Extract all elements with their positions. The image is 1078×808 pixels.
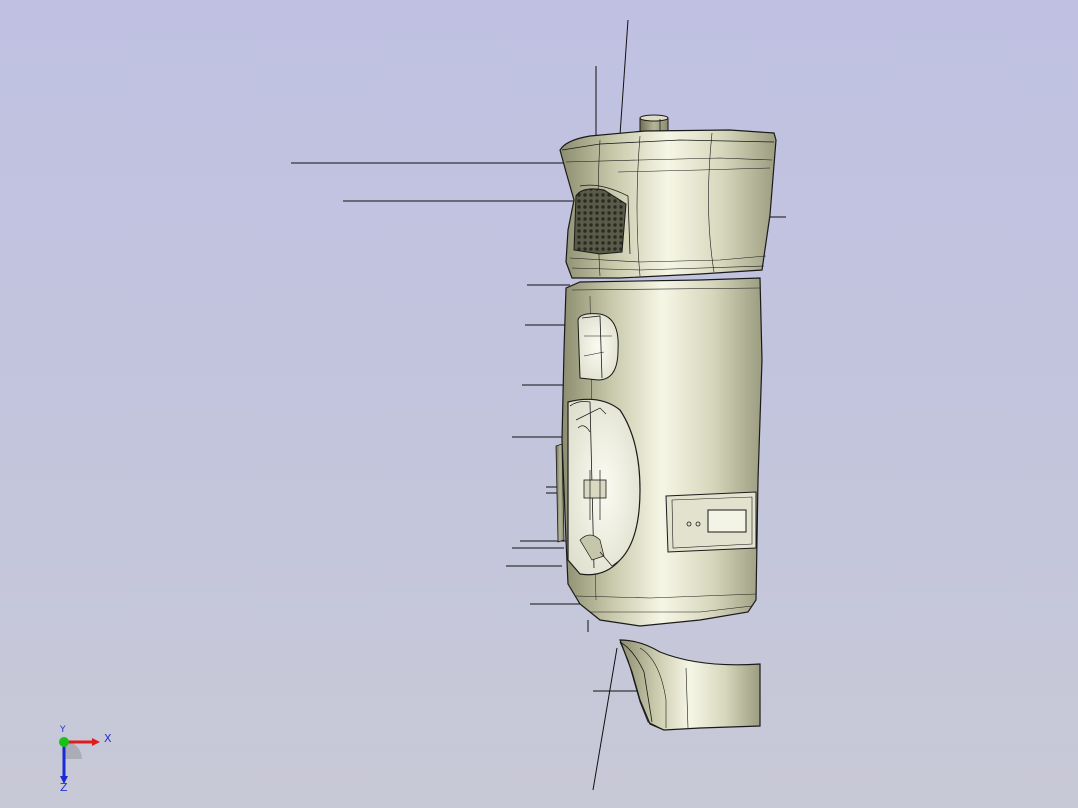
axis-triad-graphic [59,737,100,784]
main-body-housing [555,277,763,627]
axis-triad[interactable]: X Y Z [40,726,130,796]
lower-neck-housing [619,639,761,731]
cad-3d-viewport[interactable]: X Y Z [0,0,1078,808]
z-axis-label: Z [60,781,68,794]
cad-model-scene[interactable] [0,0,1078,808]
x-axis-label: X [104,732,112,745]
y-axis-label: Y [60,725,66,735]
